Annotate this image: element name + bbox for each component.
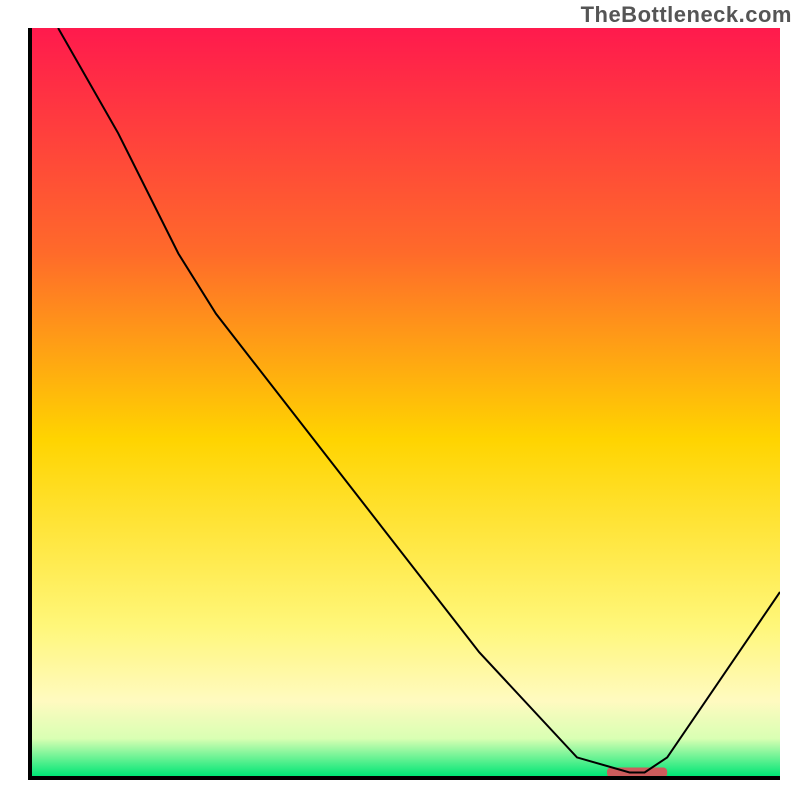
axes-frame: [28, 28, 780, 780]
chart-container: TheBottleneck.com: [0, 0, 800, 800]
watermark-text: TheBottleneck.com: [581, 2, 792, 28]
